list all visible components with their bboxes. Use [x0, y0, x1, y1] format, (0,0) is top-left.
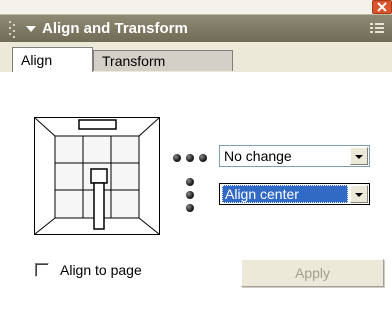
- align-to-page-label[interactable]: Align to page: [60, 262, 142, 278]
- panel-title: Align and Transform: [42, 20, 188, 37]
- chevron-down-icon[interactable]: [350, 185, 368, 203]
- vertical-align-value: Align center: [222, 185, 348, 203]
- panel-menu-icon[interactable]: [370, 23, 384, 37]
- vertical-align-select[interactable]: Align center: [219, 183, 370, 205]
- align-transform-panel: Align and Transform Transform Align No c…: [0, 0, 392, 309]
- triangle-down-icon[interactable]: [26, 26, 36, 32]
- align-to-page-checkbox[interactable]: [35, 263, 49, 277]
- grip-icon[interactable]: [9, 21, 15, 39]
- horizontal-align-value: No change: [224, 148, 292, 164]
- tab-transform[interactable]: Transform: [93, 50, 233, 71]
- horizontal-align-select[interactable]: No change: [219, 145, 370, 167]
- apply-button[interactable]: Apply: [241, 259, 384, 287]
- tab-align[interactable]: Align: [12, 47, 93, 73]
- alignment-preview-graphic: [35, 118, 159, 234]
- window-top-strip: [0, 0, 392, 14]
- alignment-preview: [34, 117, 160, 235]
- close-button[interactable]: [372, 0, 392, 14]
- close-icon: [377, 2, 387, 12]
- panel-title-bar[interactable]: Align and Transform: [0, 14, 392, 43]
- chevron-down-icon[interactable]: [350, 147, 368, 165]
- vertical-dots-icon: [185, 178, 195, 214]
- horizontal-dots-icon: [173, 153, 211, 163]
